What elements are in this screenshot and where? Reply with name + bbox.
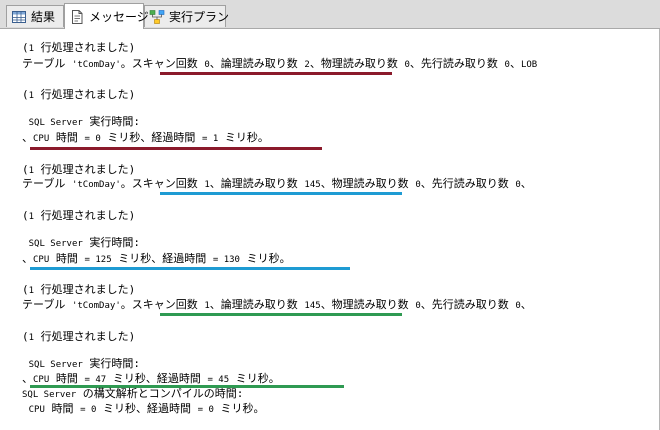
tab-execution-plan[interactable]: 実行プラン [144, 5, 230, 27]
message-line: テーブル 'tComDay'。スキャン回数 1、論理読み取り数 145、物理読み… [22, 298, 532, 311]
tab-results-label: 結果 [31, 10, 56, 24]
highlight-underline [30, 147, 322, 150]
tab-messages-label: メッセージ [89, 10, 149, 24]
message-line: (1 行処理されました) [22, 88, 136, 101]
document-icon [69, 9, 85, 25]
message-line: SQL Server 実行時間: [28, 236, 141, 249]
message-line: (1 行処理されました) [22, 41, 136, 54]
message-line: (1 行処理されました) [22, 330, 136, 343]
message-line: SQL Server 実行時間: [28, 115, 141, 128]
highlight-underline [160, 72, 392, 75]
result-tab-bar: 結果 メッセージ 実行プラン [0, 0, 660, 29]
highlight-underline [30, 267, 350, 270]
message-line: テーブル 'tComDay'。スキャン回数 1、論理読み取り数 145、物理読み… [22, 177, 532, 190]
highlight-underline [160, 313, 402, 316]
execution-plan-icon [149, 9, 165, 25]
messages-pane[interactable]: (1 行処理されました) テーブル 'tComDay'。スキャン回数 0、論理読… [0, 29, 660, 430]
highlight-underline [160, 192, 402, 195]
message-line: (1 行処理されました) [22, 209, 136, 222]
tab-execution-plan-label: 実行プラン [169, 10, 230, 24]
tab-messages[interactable]: メッセージ [64, 3, 149, 29]
grid-icon [11, 9, 27, 25]
message-line: 、CPU 時間 = 0 ミリ秒、経過時間 = 1 ミリ秒。 [22, 131, 269, 144]
message-line: テーブル 'tComDay'。スキャン回数 0、論理読み取り数 2、物理読み取り… [22, 57, 538, 70]
message-line: 、CPU 時間 = 125 ミリ秒、経過時間 = 130 ミリ秒。 [22, 252, 291, 265]
message-line: CPU 時間 = 0 ミリ秒、経過時間 = 0 ミリ秒。 [28, 402, 265, 415]
tab-results[interactable]: 結果 [6, 5, 64, 27]
